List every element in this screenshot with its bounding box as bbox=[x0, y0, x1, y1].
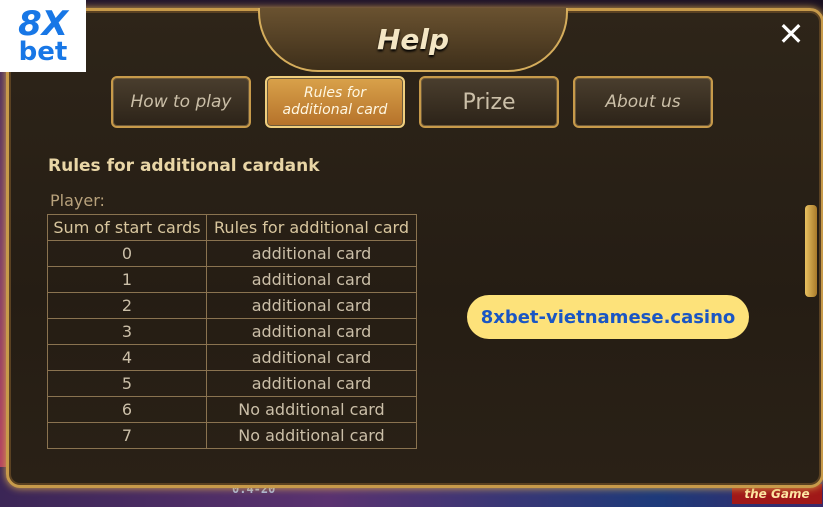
table-row: 5 additional card bbox=[47, 370, 417, 397]
rules-table: Sum of start cards Rules for additional … bbox=[47, 214, 417, 449]
sum-cell: 5 bbox=[47, 370, 207, 397]
table-row: 2 additional card bbox=[47, 292, 417, 319]
rule-cell: additional card bbox=[206, 240, 417, 267]
player-label: Player: bbox=[50, 191, 105, 210]
rule-cell: additional card bbox=[206, 318, 417, 345]
scrollbar-thumb[interactable] bbox=[805, 205, 817, 297]
sum-cell: 7 bbox=[47, 422, 207, 449]
sum-cell: 3 bbox=[47, 318, 207, 345]
table-header-row: Sum of start cards Rules for additional … bbox=[47, 214, 417, 241]
tab-label: Prize bbox=[462, 89, 516, 115]
table-row: 3 additional card bbox=[47, 318, 417, 345]
logo-line2: bet bbox=[18, 37, 68, 67]
table-row: 6 No additional card bbox=[47, 396, 417, 423]
rule-cell: additional card bbox=[206, 344, 417, 371]
rule-cell: additional card bbox=[206, 370, 417, 397]
rule-cell: No additional card bbox=[206, 396, 417, 423]
table-row: 1 additional card bbox=[47, 266, 417, 293]
column-header: Rules for additional card bbox=[206, 214, 417, 241]
tab-label-line1: Rules for bbox=[303, 85, 367, 101]
tab-label: About us bbox=[605, 92, 681, 112]
column-header: Sum of start cards bbox=[47, 214, 207, 241]
dialog-title: Help bbox=[376, 22, 450, 56]
sum-cell: 6 bbox=[47, 396, 207, 423]
tab-prize[interactable]: Prize bbox=[419, 76, 559, 128]
watermark-badge: 8xbet-vietnamese.casino bbox=[467, 295, 749, 339]
section-title: Rules for additional cardank bbox=[48, 156, 320, 176]
sum-cell: 2 bbox=[47, 292, 207, 319]
rule-cell: additional card bbox=[206, 266, 417, 293]
tab-label: How to play bbox=[130, 92, 232, 112]
sum-cell: 4 bbox=[47, 344, 207, 371]
table-row: 4 additional card bbox=[47, 344, 417, 371]
tab-how-to-play[interactable]: How to play bbox=[111, 76, 251, 128]
brand-logo: 8X bet bbox=[0, 0, 86, 72]
sum-cell: 0 bbox=[47, 240, 207, 267]
table-row: 7 No additional card bbox=[47, 422, 417, 449]
rule-cell: additional card bbox=[206, 292, 417, 319]
table-row: 0 additional card bbox=[47, 240, 417, 267]
rule-cell: No additional card bbox=[206, 422, 417, 449]
tab-rules-additional-card[interactable]: Rules for additional card bbox=[265, 76, 405, 128]
dialog-title-plate: Help bbox=[258, 8, 568, 72]
tab-label-line2: additional card bbox=[282, 102, 388, 118]
sum-cell: 1 bbox=[47, 266, 207, 293]
close-icon[interactable]: ✕ bbox=[776, 18, 806, 50]
logo-line1: 8X bbox=[18, 4, 68, 44]
tab-about-us[interactable]: About us bbox=[573, 76, 713, 128]
